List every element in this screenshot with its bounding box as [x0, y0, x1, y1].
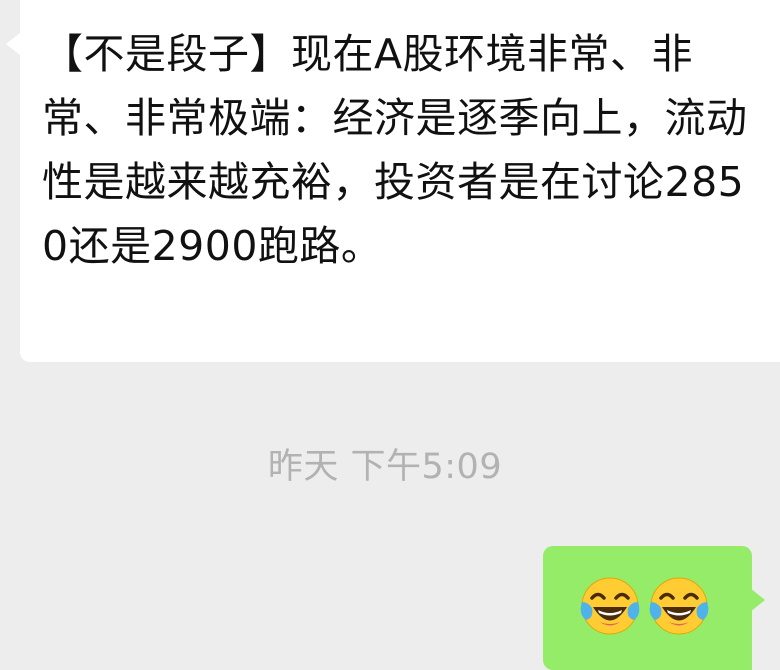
- message-timestamp: 昨天 下午5:09: [267, 447, 503, 487]
- chat-window: 【不是段子】现在A股环境非常、非常、非常极端：经济是逐季向上，流动性是越来越充裕…: [0, 0, 780, 670]
- incoming-bubble-tail: [6, 32, 21, 56]
- face-with-tears-of-joy-icon: [649, 577, 709, 635]
- face-with-tears-of-joy-icon: [580, 577, 640, 635]
- outgoing-bubble-tail: [750, 588, 765, 612]
- incoming-message-text: 【不是段子】现在A股环境非常、非常、非常极端：经济是逐季向上，流动性是越来越充裕…: [42, 30, 748, 270]
- outgoing-emoji-row: [578, 574, 711, 640]
